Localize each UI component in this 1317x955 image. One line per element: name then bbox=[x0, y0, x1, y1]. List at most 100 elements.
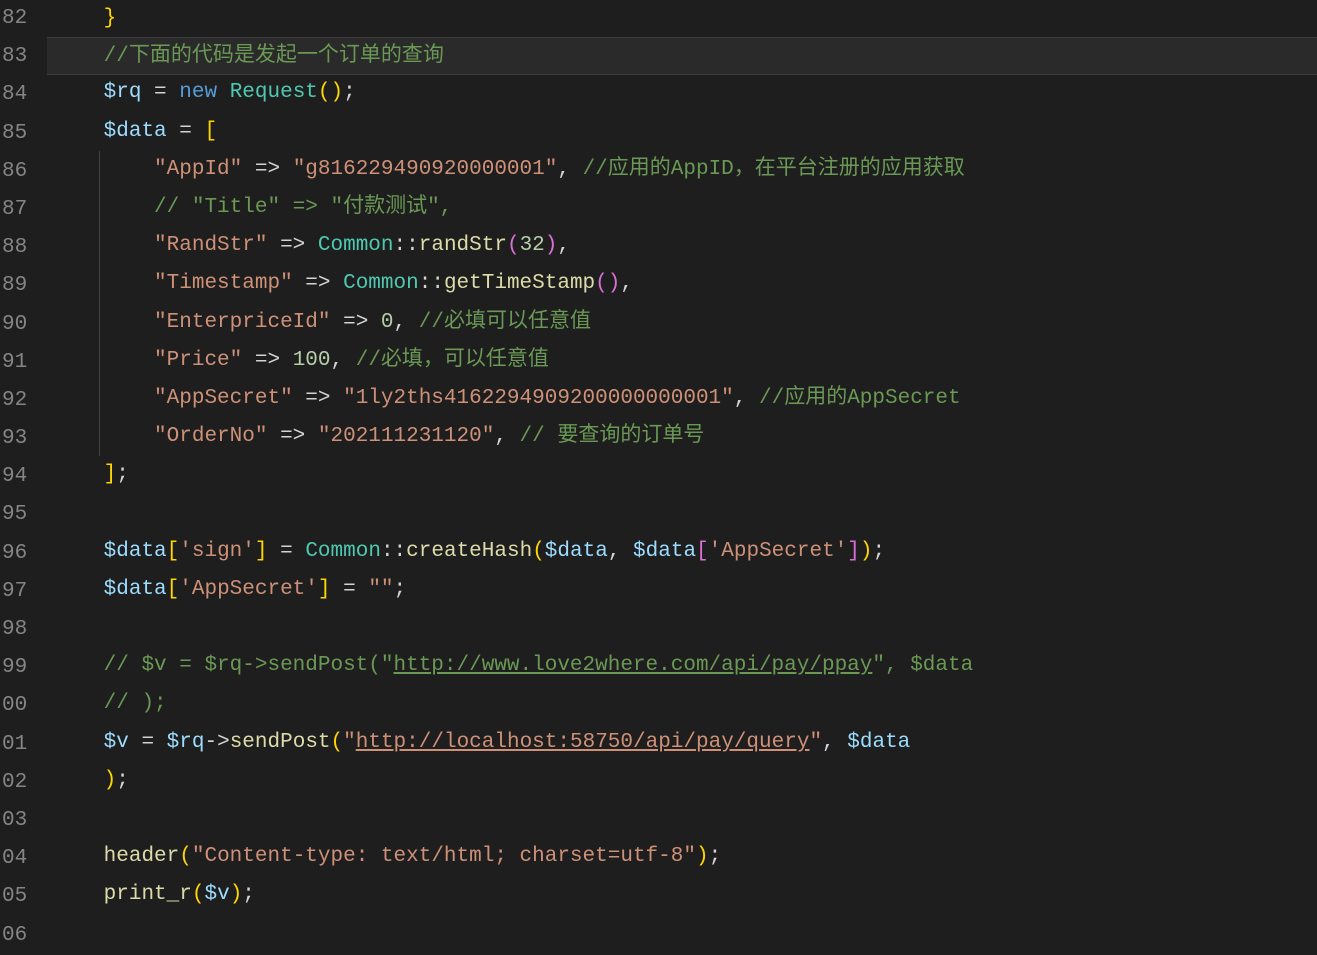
string-key: "AppId" bbox=[154, 158, 242, 181]
string-key: "RandStr" bbox=[154, 234, 267, 257]
semicolon: ; bbox=[343, 81, 356, 104]
variable: $rq bbox=[167, 731, 205, 754]
paren-open: ( bbox=[331, 731, 344, 754]
line-number: 06 bbox=[2, 917, 27, 955]
operator: = bbox=[167, 120, 205, 143]
comma: , bbox=[822, 731, 847, 754]
code-line[interactable]: "RandStr" => Common::randStr(32), bbox=[53, 227, 1317, 265]
paren-close: ) bbox=[331, 81, 344, 104]
paren-open: ( bbox=[318, 81, 331, 104]
variable: $data bbox=[104, 578, 167, 601]
code-line[interactable]: $data['AppSecret'] = ""; bbox=[53, 571, 1317, 609]
code-area[interactable]: } //下面的代码是发起一个订单的查询 $rq = new Request();… bbox=[47, 0, 1317, 916]
comma: , bbox=[394, 311, 419, 334]
paren-close: ) bbox=[608, 272, 621, 295]
bracket-close: ] bbox=[104, 463, 117, 486]
line-number: 99 bbox=[2, 649, 27, 687]
arrow: => bbox=[293, 272, 343, 295]
code-line[interactable]: // "Title" => "付款测试", bbox=[53, 189, 1317, 227]
comment: //必填，可以任意值 bbox=[356, 349, 549, 372]
semicolon: ; bbox=[116, 463, 129, 486]
comment: //下面的代码是发起一个订单的查询 bbox=[104, 45, 444, 68]
arrow: => bbox=[267, 425, 317, 448]
line-number: 91 bbox=[2, 344, 27, 382]
line-number: 89 bbox=[2, 267, 27, 305]
keyword: new bbox=[179, 81, 217, 104]
class-name: Common bbox=[318, 234, 394, 257]
line-number: 00 bbox=[2, 687, 27, 725]
comment: //应用的AppID，在平台注册的应用获取 bbox=[583, 158, 965, 181]
semicolon: ; bbox=[709, 845, 722, 868]
function-name: print_r bbox=[104, 883, 192, 906]
class-name: Common bbox=[343, 272, 419, 295]
line-number: 85 bbox=[2, 115, 27, 153]
operator: = bbox=[331, 578, 369, 601]
string-key: 'AppSecret' bbox=[179, 578, 318, 601]
code-line[interactable]: $data = [ bbox=[53, 113, 1317, 151]
comment: // $v = $rq->sendPost("http://www.love2w… bbox=[104, 654, 974, 677]
string-value: "http://localhost:58750/api/pay/query" bbox=[343, 731, 822, 754]
line-number: 92 bbox=[2, 382, 27, 420]
string-value: "g816229490920000001" bbox=[293, 158, 558, 181]
line-number: 98 bbox=[2, 611, 27, 649]
arrow: => bbox=[242, 349, 292, 372]
bracket-open: [ bbox=[167, 578, 180, 601]
code-line[interactable]: "AppId" => "g816229490920000001", //应用的A… bbox=[53, 151, 1317, 189]
comma: , bbox=[608, 540, 633, 563]
comment: // ); bbox=[104, 692, 167, 715]
code-line[interactable]: // ); bbox=[53, 685, 1317, 723]
arrow: => bbox=[267, 234, 317, 257]
string-key: "OrderNo" bbox=[154, 425, 267, 448]
bracket-close: ] bbox=[255, 540, 268, 563]
code-line[interactable]: ); bbox=[53, 762, 1317, 800]
comma: , bbox=[734, 387, 759, 410]
double-colon: :: bbox=[381, 540, 406, 563]
code-line[interactable]: $data['sign'] = Common::createHash($data… bbox=[53, 533, 1317, 571]
semicolon: ; bbox=[242, 883, 255, 906]
code-line-current[interactable]: //下面的代码是发起一个订单的查询 bbox=[47, 37, 1317, 75]
code-line[interactable]: // $v = $rq->sendPost("http://www.love2w… bbox=[53, 647, 1317, 685]
variable: $data bbox=[104, 120, 167, 143]
code-line[interactable]: "Timestamp" => Common::getTimeStamp(), bbox=[53, 265, 1317, 303]
paren-open: ( bbox=[532, 540, 545, 563]
number: 32 bbox=[520, 234, 545, 257]
code-line[interactable] bbox=[53, 915, 1317, 953]
paren-close: ) bbox=[545, 234, 558, 257]
line-number-gutter: 82 83 84 85 86 87 88 89 90 91 92 93 94 9… bbox=[0, 0, 47, 916]
semicolon: ; bbox=[116, 769, 129, 792]
function-name: createHash bbox=[406, 540, 532, 563]
string-key: "Price" bbox=[154, 349, 242, 372]
line-number: 97 bbox=[2, 573, 27, 611]
code-line[interactable]: "OrderNo" => "202111231120", // 要查询的订单号 bbox=[53, 418, 1317, 456]
code-line[interactable]: header("Content-type: text/html; charset… bbox=[53, 838, 1317, 876]
string-value: "Content-type: text/html; charset=utf-8" bbox=[192, 845, 696, 868]
comment: // "Title" => "付款测试", bbox=[154, 196, 452, 219]
string-key: 'AppSecret' bbox=[709, 540, 848, 563]
code-line[interactable]: print_r($v); bbox=[53, 876, 1317, 914]
code-line[interactable]: ]; bbox=[53, 456, 1317, 494]
code-line[interactable]: } bbox=[53, 0, 1317, 38]
code-line[interactable] bbox=[53, 800, 1317, 838]
code-line[interactable] bbox=[53, 494, 1317, 532]
line-number: 86 bbox=[2, 153, 27, 191]
arrow: => bbox=[330, 311, 380, 334]
code-line[interactable]: "AppSecret" => "1ly2ths41622949092000000… bbox=[53, 380, 1317, 418]
arrow: => bbox=[242, 158, 292, 181]
line-number: 01 bbox=[2, 726, 27, 764]
class-name: Request bbox=[230, 81, 318, 104]
paren-open: ( bbox=[507, 234, 520, 257]
code-line[interactable]: $v = $rq->sendPost("http://localhost:587… bbox=[53, 724, 1317, 762]
comma: , bbox=[557, 234, 570, 257]
line-number: 93 bbox=[2, 420, 27, 458]
variable: $v bbox=[104, 731, 129, 754]
code-editor[interactable]: 82 83 84 85 86 87 88 89 90 91 92 93 94 9… bbox=[0, 0, 1317, 916]
line-number: 03 bbox=[2, 802, 27, 840]
operator: = bbox=[129, 731, 167, 754]
code-line[interactable]: "Price" => 100, //必填，可以任意值 bbox=[53, 342, 1317, 380]
code-line[interactable] bbox=[53, 609, 1317, 647]
code-line[interactable]: "EnterpriceId" => 0, //必填可以任意值 bbox=[53, 304, 1317, 342]
code-line[interactable]: $rq = new Request(); bbox=[53, 74, 1317, 112]
operator: = bbox=[268, 540, 306, 563]
function-name: sendPost bbox=[230, 731, 331, 754]
function-name: randStr bbox=[419, 234, 507, 257]
